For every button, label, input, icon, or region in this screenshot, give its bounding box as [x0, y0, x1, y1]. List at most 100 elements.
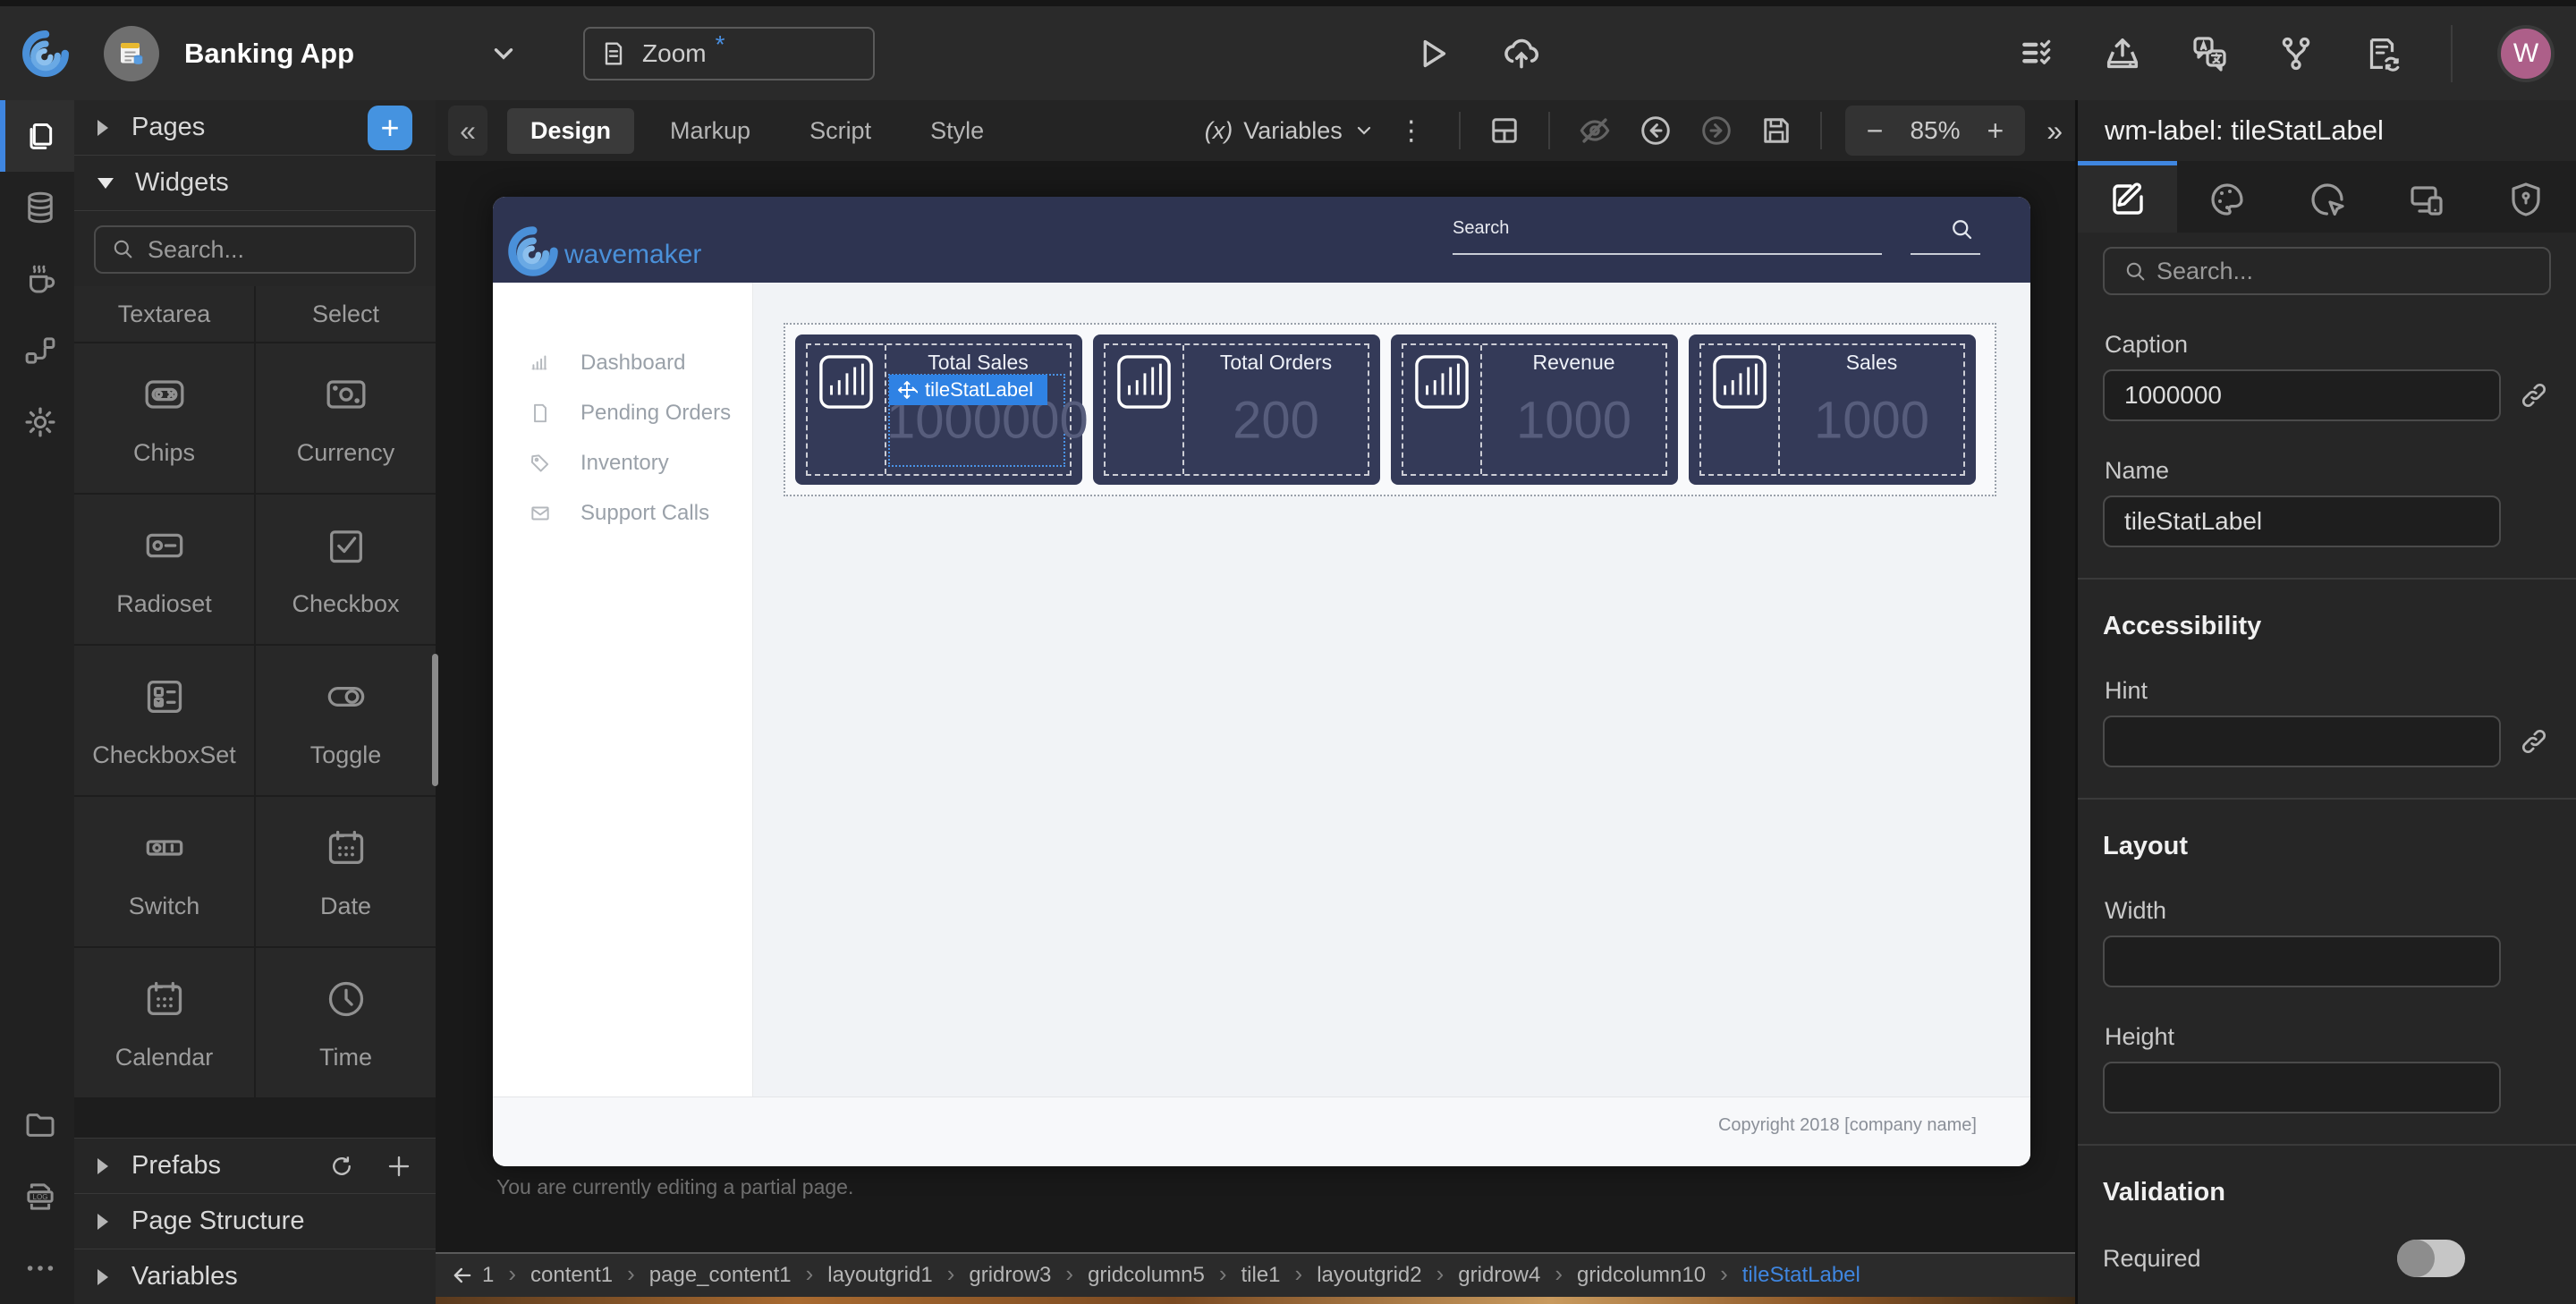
rail-item-settings[interactable] [0, 386, 74, 458]
run-button[interactable] [1411, 33, 1453, 74]
breadcrumb-back-icon[interactable] [450, 1263, 475, 1288]
required-toggle[interactable] [2397, 1240, 2465, 1277]
preview-search-icon[interactable] [1948, 216, 1975, 242]
preview-nav-item[interactable]: Inventory [493, 438, 752, 488]
stat-tile[interactable]: Sales 1000 [1689, 334, 1976, 485]
project-avatar[interactable] [104, 26, 159, 81]
preview-nav-item[interactable]: Dashboard [493, 338, 752, 388]
property-search-input[interactable] [2103, 247, 2551, 295]
user-avatar[interactable]: W [2497, 25, 2555, 82]
variables-section-header[interactable]: Variables [74, 1249, 436, 1304]
translate-button[interactable] [2188, 32, 2231, 75]
widget-item[interactable]: Switch [74, 797, 254, 946]
breadcrumb-item[interactable]: gridrow3 [963, 1263, 1056, 1288]
breadcrumb-item[interactable]: 1 [477, 1263, 499, 1288]
rail-item-database[interactable] [0, 172, 74, 243]
stat-tile[interactable]: Total Sales tileStatLabel 1000000 [795, 334, 1082, 485]
deploy-cloud-upload-button[interactable] [1499, 31, 1544, 76]
tab-devices[interactable] [2377, 161, 2476, 233]
add-page-button[interactable]: + [368, 106, 412, 150]
tab-design[interactable]: Design [507, 108, 634, 154]
add-prefab-icon[interactable] [386, 1153, 412, 1180]
zoom-in-button[interactable]: + [1987, 114, 2004, 148]
width-input[interactable] [2103, 936, 2501, 987]
breadcrumb-item[interactable]: gridcolumn10 [1572, 1263, 1711, 1288]
widget-item[interactable]: Textarea [74, 286, 254, 342]
tab-style[interactable]: Style [907, 108, 1007, 154]
rail-item-files[interactable] [0, 1089, 74, 1161]
breadcrumb-item[interactable]: gridcolumn5 [1082, 1263, 1210, 1288]
tab-markup[interactable]: Markup [647, 108, 774, 154]
prefabs-section-header[interactable]: Prefabs [74, 1138, 436, 1193]
tile-value[interactable]: 200 [1184, 390, 1368, 450]
widget-item[interactable]: Currency [256, 343, 436, 493]
widget-item[interactable]: Radioset [74, 495, 254, 644]
preview-search[interactable]: Search [1453, 218, 1980, 255]
tab-security[interactable] [2477, 161, 2576, 233]
widget-item[interactable]: Toggle [256, 646, 436, 795]
zoom-out-button[interactable]: − [1867, 114, 1884, 148]
name-input[interactable] [2103, 495, 2501, 547]
breadcrumb-item[interactable]: tileStatLabel [1737, 1263, 1866, 1288]
widget-item[interactable]: Select [256, 286, 436, 342]
breadcrumb-item[interactable]: page_content1 [644, 1263, 797, 1288]
redo-button[interactable] [1697, 111, 1736, 150]
widget-search-input[interactable] [94, 225, 416, 274]
toolbar-more-menu[interactable]: ⋮ [1398, 115, 1425, 147]
design-canvas[interactable]: wavemaker Search [493, 197, 2030, 1166]
caption-input[interactable] [2103, 369, 2501, 421]
refresh-prefabs-icon[interactable] [328, 1153, 355, 1180]
version-control-branch-button[interactable] [2275, 33, 2317, 74]
breadcrumb-item[interactable]: tile1 [1235, 1263, 1285, 1288]
selected-widget-chip[interactable]: tileStatLabel [889, 375, 1047, 405]
tile-value[interactable]: 1000 [1482, 390, 1665, 450]
calendar-icon [140, 974, 190, 1024]
widget-item[interactable]: Calendar [74, 948, 254, 1097]
bind-caption-link-icon[interactable] [2517, 378, 2551, 412]
rail-item-more[interactable] [0, 1232, 74, 1304]
stat-tile[interactable]: Total Orders 200 [1093, 334, 1380, 485]
page-structure-section-header[interactable]: Page Structure [74, 1193, 436, 1249]
widget-item[interactable]: Checkbox [256, 495, 436, 644]
layout-grid-button[interactable] [1486, 112, 1523, 149]
stat-tile[interactable]: Revenue 1000 [1391, 334, 1678, 485]
pages-section-header[interactable]: Pages + [74, 100, 436, 156]
tab-events[interactable] [2277, 161, 2377, 233]
preview-nav-item[interactable]: Pending Orders [493, 388, 752, 438]
variables-dropdown[interactable]: (x) Variables [1205, 117, 1375, 145]
export-button[interactable] [2102, 33, 2143, 74]
file-sync-button[interactable] [2361, 33, 2402, 74]
widget-item[interactable]: Time [256, 948, 436, 1097]
collapse-inspector-button[interactable]: » [2046, 114, 2063, 148]
hidden-widgets-eye-off-button[interactable] [1575, 111, 1614, 150]
project-chevron-down-icon[interactable] [488, 38, 519, 69]
hint-input[interactable] [2103, 716, 2501, 767]
widget-item[interactable]: Chips [74, 343, 254, 493]
rail-item-java-services[interactable] [0, 243, 74, 315]
breadcrumb-item[interactable]: content1 [525, 1263, 618, 1288]
height-input[interactable] [2103, 1062, 2501, 1113]
widget-item[interactable]: Date [256, 797, 436, 946]
tab-styles[interactable] [2177, 161, 2276, 233]
checklist-button[interactable] [2018, 34, 2057, 73]
panel-resize-handle[interactable] [432, 654, 438, 786]
rail-item-logs[interactable]: LOG [0, 1161, 74, 1232]
collapse-panel-button[interactable]: « [448, 106, 487, 156]
bind-hint-link-icon[interactable] [2517, 724, 2551, 758]
tiles-layout-grid[interactable]: Total Sales tileStatLabel 1000000 Total … [784, 323, 1996, 496]
breadcrumb-item[interactable]: layoutgrid2 [1311, 1263, 1427, 1288]
page-selector[interactable]: Zoom * [583, 27, 875, 80]
preview-nav-item[interactable]: Support Calls [493, 488, 752, 538]
undo-button[interactable] [1636, 111, 1675, 150]
rail-item-apis[interactable] [0, 315, 74, 386]
tile-value[interactable]: 1000 [1780, 390, 1963, 450]
save-button[interactable] [1758, 112, 1795, 149]
breadcrumb-item[interactable]: gridrow4 [1453, 1263, 1546, 1288]
rail-item-pages[interactable] [0, 100, 74, 172]
breadcrumb-item[interactable]: layoutgrid1 [822, 1263, 937, 1288]
widget-item[interactable]: CheckboxSet [74, 646, 254, 795]
tab-properties[interactable] [2078, 161, 2177, 233]
tab-script[interactable]: Script [786, 108, 894, 154]
checkboxset-icon [140, 672, 190, 722]
widgets-section-header[interactable]: Widgets [74, 156, 436, 211]
